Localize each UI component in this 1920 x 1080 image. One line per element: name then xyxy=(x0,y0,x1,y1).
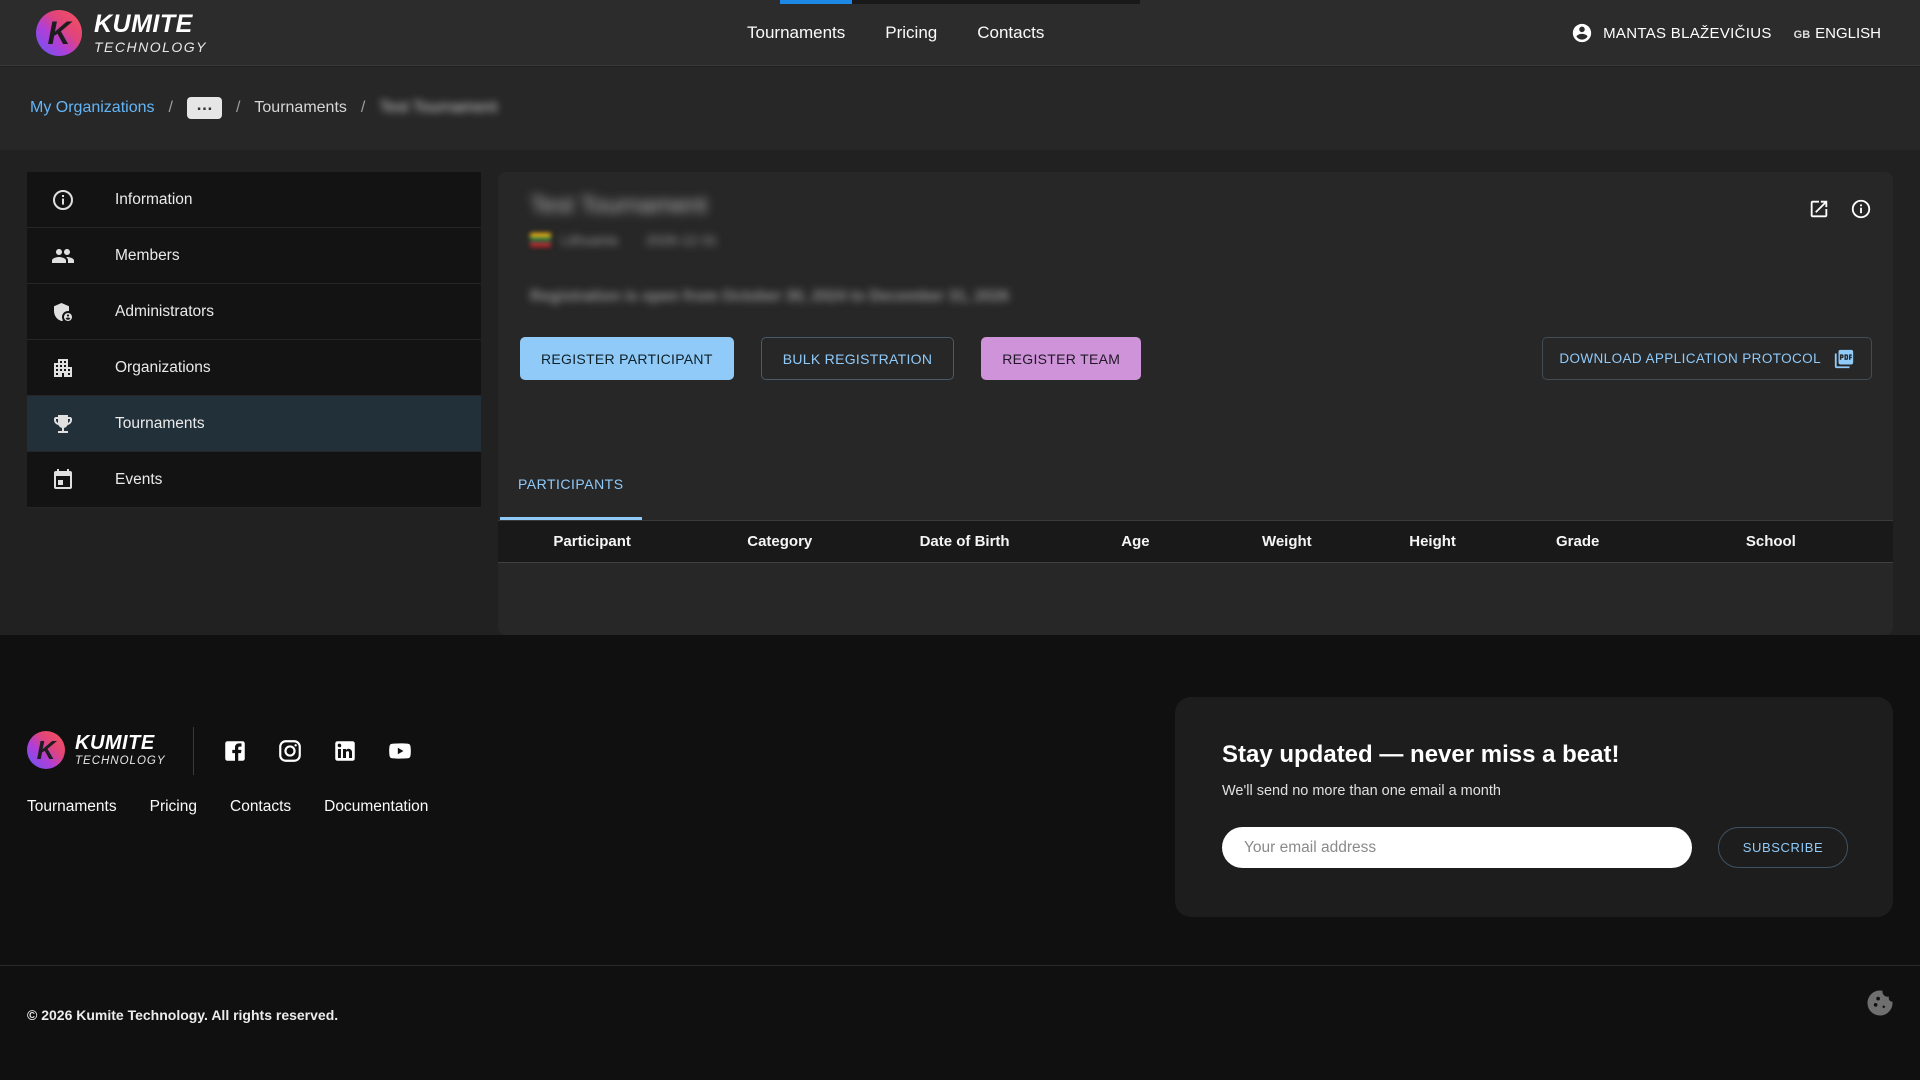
footer-logo-icon: K xyxy=(27,731,65,769)
admin-shield-icon xyxy=(51,300,75,324)
subscribe-button[interactable]: SUBSCRIBE xyxy=(1718,827,1848,868)
footer-link-contacts[interactable]: Contacts xyxy=(230,798,291,816)
footer-links: Tournaments Pricing Contacts Documentati… xyxy=(27,798,428,816)
sidebar-item-information[interactable]: Information xyxy=(27,172,481,228)
language-selector[interactable]: GB ENGLISH xyxy=(1794,25,1881,42)
column-header-age: Age xyxy=(1056,533,1215,550)
top-decorative-bar xyxy=(852,0,1140,4)
download-protocol-label: DOWNLOAD APPLICATION PROTOCOL xyxy=(1559,351,1821,366)
tournament-info-icon[interactable] xyxy=(1850,198,1872,220)
sidebar-item-tournaments[interactable]: Tournaments xyxy=(27,396,481,452)
user-name: MANTAS BLAŽEVIČIUS xyxy=(1603,25,1772,42)
tab-participants[interactable]: PARTICIPANTS xyxy=(500,450,642,520)
language-code: GB xyxy=(1794,29,1811,41)
column-header-date-of-birth: Date of Birth xyxy=(873,533,1056,550)
copyright-text: © 2026 Kumite Technology. All rights res… xyxy=(27,1007,338,1023)
brand-tagline: TECHNOLOGY xyxy=(94,40,207,54)
user-menu[interactable]: MANTAS BLAŽEVIČIUS xyxy=(1571,22,1772,44)
building-icon xyxy=(51,356,75,380)
tournament-title: Test Tournament xyxy=(530,192,707,220)
youtube-icon[interactable] xyxy=(387,738,413,764)
breadcrumb-collapsed-button[interactable]: … xyxy=(187,97,222,119)
sidebar-item-members[interactable]: Members xyxy=(27,228,481,284)
breadcrumb-my-organizations[interactable]: My Organizations xyxy=(30,99,155,117)
members-icon xyxy=(51,244,75,268)
email-input[interactable] xyxy=(1222,827,1692,868)
nav-active-indicator xyxy=(780,0,852,4)
footer-divider xyxy=(193,727,194,775)
footer-link-documentation[interactable]: Documentation xyxy=(324,798,428,816)
brand-name: KUMITE xyxy=(94,12,207,37)
open-in-new-icon[interactable] xyxy=(1808,198,1830,220)
registration-note: Registration is open from October 30, 20… xyxy=(530,288,1009,306)
tournament-card: Test Tournament Lithuania 2026-12-31 Reg… xyxy=(498,172,1893,635)
newsletter-subtitle: We'll send no more than one email a mont… xyxy=(1222,783,1501,799)
instagram-icon[interactable] xyxy=(277,738,303,764)
sidebar-item-events[interactable]: Events xyxy=(27,452,481,508)
column-header-grade: Grade xyxy=(1507,533,1649,550)
download-application-protocol-button[interactable]: DOWNLOAD APPLICATION PROTOCOL xyxy=(1542,337,1872,380)
top-nav: K KUMITE TECHNOLOGY Tournaments Pricing … xyxy=(0,0,1920,66)
column-header-height: Height xyxy=(1359,533,1507,550)
nav-link-pricing[interactable]: Pricing xyxy=(885,23,937,43)
nav-link-tournaments[interactable]: Tournaments xyxy=(747,23,845,43)
footer-link-tournaments[interactable]: Tournaments xyxy=(27,798,117,816)
column-header-participant: Participant xyxy=(498,533,686,550)
breadcrumb-band: My Organizations / … / Tournaments / Tes… xyxy=(0,67,1920,150)
breadcrumb: My Organizations / … / Tournaments / Tes… xyxy=(30,97,497,119)
info-icon xyxy=(51,188,75,212)
footer-brand-name: KUMITE xyxy=(75,733,166,753)
newsletter-title: Stay updated — never miss a beat! xyxy=(1222,741,1619,769)
pdf-icon xyxy=(1833,348,1855,370)
action-buttons: REGISTER PARTICIPANT BULK REGISTRATION R… xyxy=(520,337,1141,380)
footer-brand-tagline: TECHNOLOGY xyxy=(75,756,166,768)
main-content: Information Members Administrators Organ… xyxy=(0,150,1920,635)
footer-link-pricing[interactable]: Pricing xyxy=(150,798,197,816)
brand-logo-icon: K xyxy=(36,10,82,56)
participants-table-header: Participant Category Date of Birth Age W… xyxy=(498,521,1893,563)
linkedin-icon[interactable] xyxy=(332,738,358,764)
sidebar-item-administrators[interactable]: Administrators xyxy=(27,284,481,340)
breadcrumb-separator: / xyxy=(169,99,173,117)
calendar-icon xyxy=(51,468,75,492)
sidebar: Information Members Administrators Organ… xyxy=(27,172,481,508)
tab-bar: PARTICIPANTS xyxy=(498,450,1893,521)
column-header-school: School xyxy=(1649,533,1893,550)
breadcrumb-separator: / xyxy=(361,99,365,117)
sidebar-item-organizations[interactable]: Organizations xyxy=(27,340,481,396)
column-header-category: Category xyxy=(686,533,873,550)
sidebar-label: Events xyxy=(115,471,162,489)
brand-logo[interactable]: K KUMITE TECHNOLOGY xyxy=(36,10,207,56)
tournament-country: Lithuania xyxy=(561,232,618,248)
cookie-settings-icon[interactable] xyxy=(1865,988,1895,1018)
column-header-weight: Weight xyxy=(1215,533,1359,550)
footer-bottom-divider xyxy=(0,965,1920,966)
social-links xyxy=(222,738,413,764)
facebook-icon[interactable] xyxy=(222,738,248,764)
sidebar-label: Tournaments xyxy=(115,415,205,433)
breadcrumb-tournaments[interactable]: Tournaments xyxy=(254,99,347,117)
nav-links: Tournaments Pricing Contacts xyxy=(747,0,1044,66)
sidebar-label: Information xyxy=(115,191,193,209)
account-icon xyxy=(1571,22,1593,44)
tournament-date: 2026-12-31 xyxy=(646,232,718,248)
footer: K KUMITE TECHNOLOGY Tournaments Pricing … xyxy=(0,635,1920,1080)
sidebar-label: Organizations xyxy=(115,359,211,377)
newsletter-card: Stay updated — never miss a beat! We'll … xyxy=(1175,697,1893,917)
sidebar-label: Members xyxy=(115,247,180,265)
tournament-meta: Lithuania 2026-12-31 xyxy=(530,232,717,248)
register-team-button[interactable]: REGISTER TEAM xyxy=(981,337,1141,380)
sidebar-label: Administrators xyxy=(115,303,214,321)
register-participant-button[interactable]: REGISTER PARTICIPANT xyxy=(520,337,734,380)
nav-link-contacts[interactable]: Contacts xyxy=(977,23,1044,43)
breadcrumb-current-tournament: Test Tournament xyxy=(379,99,497,117)
language-label: ENGLISH xyxy=(1815,25,1881,42)
country-flag-icon xyxy=(530,233,551,247)
bulk-registration-button[interactable]: BULK REGISTRATION xyxy=(761,337,955,380)
breadcrumb-separator: / xyxy=(236,99,240,117)
trophy-icon xyxy=(51,412,75,436)
footer-logo[interactable]: K KUMITE TECHNOLOGY xyxy=(27,731,166,769)
